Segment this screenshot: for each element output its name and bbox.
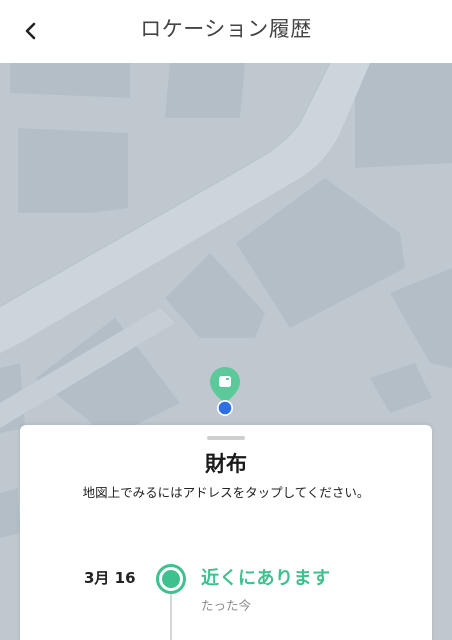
map-building (10, 63, 130, 98)
sheet-drag-handle[interactable] (207, 436, 245, 440)
map-building (355, 63, 452, 168)
map-building (165, 253, 265, 338)
map-building (370, 363, 432, 413)
map-building (165, 63, 245, 118)
timeline-dot-icon (156, 564, 186, 594)
map-building (18, 128, 128, 213)
item-name: 財布 (205, 452, 247, 476)
map-building (390, 268, 452, 368)
map-hint-text: 地図上でみるにはアドレスをタップしてください。 (82, 485, 370, 500)
item-location-marker[interactable] (207, 365, 243, 417)
app-header: ロケーション履歴 (0, 0, 452, 63)
map-pin-icon (210, 367, 240, 416)
entry-time-ago: たった今 (201, 598, 252, 613)
page-title: ロケーション履歴 (140, 17, 312, 41)
location-history-sheet: 財布 地図上でみるにはアドレスをタップしてください。 3月 16 近くにあります… (20, 425, 432, 640)
map-building (0, 488, 20, 538)
entry-date: 3月 16 (84, 569, 136, 587)
screen: ロケーション履歴 財布 地図上でみるにはアドレスをタップしてください。 3月 1… (0, 0, 452, 640)
timeline-line (170, 593, 172, 640)
entry-status[interactable]: 近くにあります (201, 566, 331, 592)
